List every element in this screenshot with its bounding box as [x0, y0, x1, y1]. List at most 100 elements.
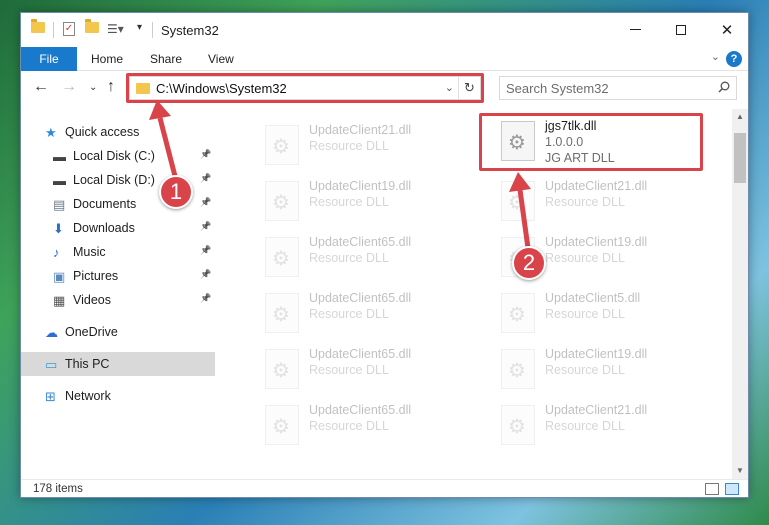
- file-name: UpdateClient21.dll: [545, 403, 648, 417]
- dll-file-icon: [501, 349, 535, 389]
- maximize-button[interactable]: [658, 13, 704, 46]
- file-item[interactable]: UpdateClient21.dll Resource DLL: [493, 173, 723, 229]
- documents-icon: ▤: [53, 197, 66, 212]
- file-type: Resource DLL: [545, 419, 625, 433]
- help-icon[interactable]: ?: [726, 51, 742, 67]
- file-item[interactable]: UpdateClient65.dll Resource DLL: [257, 229, 487, 285]
- cloud-icon: ☁: [45, 325, 58, 340]
- scroll-down-icon[interactable]: ▼: [732, 463, 748, 479]
- sidebar-item-onedrive[interactable]: ☁ OneDrive: [21, 320, 215, 344]
- scroll-thumb[interactable]: [734, 133, 746, 183]
- dll-file-icon: [501, 405, 535, 445]
- address-highlight-box: [126, 73, 484, 103]
- ribbon-tabs: File Home Share View ⌄ ?: [21, 47, 748, 71]
- search-box[interactable]: [499, 76, 737, 100]
- file-name: UpdateClient65.dll: [309, 291, 412, 305]
- sidebar-item-quick-access[interactable]: ★ Quick access: [21, 120, 215, 144]
- large-icons-view-icon[interactable]: [725, 483, 739, 495]
- properties-icon[interactable]: ✓: [63, 22, 75, 36]
- file-type: Resource DLL: [309, 251, 389, 265]
- tab-home[interactable]: Home: [91, 47, 123, 71]
- file-type: Resource DLL: [309, 307, 389, 321]
- file-name: UpdateClient5.dll: [545, 291, 641, 305]
- sidebar-item-label: Pictures: [73, 269, 119, 283]
- quick-access-toolbar: [31, 19, 45, 33]
- tab-share[interactable]: Share: [150, 47, 182, 71]
- pin-icon[interactable]: 📌: [200, 221, 211, 232]
- tab-file[interactable]: File: [21, 47, 77, 71]
- sidebar-item-label: OneDrive: [65, 325, 118, 339]
- file-name: UpdateClient21.dll: [309, 123, 412, 137]
- file-highlight-box: [479, 113, 703, 171]
- pin-icon[interactable]: 📌: [200, 173, 211, 184]
- file-name: UpdateClient65.dll: [309, 347, 412, 361]
- toolbar-dropdown-icon[interactable]: ▾: [137, 22, 142, 33]
- drive-icon: ▬: [53, 149, 66, 164]
- file-type: Resource DLL: [309, 139, 389, 153]
- minimize-icon: [629, 29, 641, 30]
- customize-toolbar-icon[interactable]: ☰▾: [107, 22, 124, 36]
- dll-file-icon: [501, 293, 535, 333]
- sidebar-item-this-pc[interactable]: ▭ This PC: [21, 352, 215, 376]
- dll-file-icon: [265, 349, 299, 389]
- up-arrow-icon[interactable]: ↑: [107, 78, 115, 96]
- dll-file-icon: [265, 181, 299, 221]
- file-item[interactable]: UpdateClient19.dll Resource DLL: [257, 173, 487, 229]
- expand-ribbon-icon[interactable]: ⌄: [711, 50, 720, 63]
- close-icon: ✕: [720, 21, 734, 39]
- minimize-button[interactable]: [612, 13, 658, 46]
- sidebar-item-label: Network: [65, 389, 111, 403]
- sidebar-item-pictures[interactable]: ▣ Pictures 📌: [21, 264, 215, 288]
- file-type: Resource DLL: [309, 363, 389, 377]
- scroll-up-icon[interactable]: ▲: [732, 109, 748, 125]
- dll-file-icon: [265, 405, 299, 445]
- forward-arrow-icon[interactable]: →: [61, 78, 77, 96]
- file-item[interactable]: UpdateClient65.dll Resource DLL: [257, 285, 487, 341]
- file-name: UpdateClient21.dll: [545, 179, 648, 193]
- sidebar-item-network[interactable]: ⊞ Network: [21, 384, 215, 408]
- search-input[interactable]: [500, 77, 710, 99]
- file-type: Resource DLL: [309, 419, 389, 433]
- navigation-pane: ★ Quick access ▬ Local Disk (C:) 📌 ▬ Local Dis…: [21, 109, 215, 479]
- file-item[interactable]: UpdateClient19.dll Resource DLL: [493, 341, 723, 397]
- sidebar-item-videos[interactable]: ▦ Videos 📌: [21, 288, 215, 312]
- callout-1: 1: [159, 175, 193, 209]
- file-item[interactable]: UpdateClient21.dll Resource DLL: [493, 397, 723, 453]
- pin-icon[interactable]: 📌: [200, 293, 211, 304]
- sidebar-item-downloads[interactable]: ⬇ Downloads 📌: [21, 216, 215, 240]
- details-view-icon[interactable]: [705, 483, 719, 495]
- file-item[interactable]: UpdateClient21.dll Resource DLL: [257, 117, 487, 173]
- pin-icon[interactable]: 📌: [200, 197, 211, 208]
- sidebar-item-local-disk-c[interactable]: ▬ Local Disk (C:) 📌: [21, 144, 215, 168]
- file-type: Resource DLL: [545, 195, 625, 209]
- download-icon: ⬇: [53, 221, 64, 236]
- search-icon[interactable]: [718, 81, 730, 93]
- pin-icon[interactable]: 📌: [200, 149, 211, 160]
- drive-icon: ▬: [53, 173, 66, 188]
- sidebar-item-music[interactable]: ♪ Music 📌: [21, 240, 215, 264]
- file-name: UpdateClient19.dll: [309, 179, 412, 193]
- file-name: UpdateClient65.dll: [309, 235, 412, 249]
- back-arrow-icon[interactable]: ←: [33, 78, 49, 96]
- maximize-icon: [676, 24, 686, 35]
- pin-icon[interactable]: 📌: [200, 269, 211, 280]
- pin-icon[interactable]: 📌: [200, 245, 211, 256]
- recent-locations-icon[interactable]: ⌄: [89, 82, 97, 93]
- file-item[interactable]: UpdateClient5.dll Resource DLL: [493, 285, 723, 341]
- sidebar-item-label: This PC: [65, 357, 110, 371]
- close-button[interactable]: ✕: [704, 13, 750, 46]
- file-explorer-window: ✓ ☰▾ ▾ System32 ✕ File Home Share View ⌄…: [20, 12, 749, 498]
- star-icon: ★: [45, 125, 57, 140]
- new-folder-icon[interactable]: [85, 19, 99, 33]
- file-item[interactable]: UpdateClient65.dll Resource DLL: [257, 341, 487, 397]
- sidebar-item-label: Videos: [73, 293, 111, 307]
- dll-file-icon: [265, 237, 299, 277]
- videos-icon: ▦: [53, 293, 66, 308]
- sidebar-item-label: Music: [73, 245, 106, 259]
- vertical-scrollbar[interactable]: ▲ ▼: [732, 109, 748, 479]
- pictures-icon: ▣: [53, 269, 66, 284]
- navigation-bar: ← → ⌄ ↑ C:\Windows\System32 ⌄ ↻: [21, 72, 748, 104]
- file-type: Resource DLL: [545, 363, 625, 377]
- tab-view[interactable]: View: [208, 47, 234, 71]
- file-item[interactable]: UpdateClient65.dll Resource DLL: [257, 397, 487, 453]
